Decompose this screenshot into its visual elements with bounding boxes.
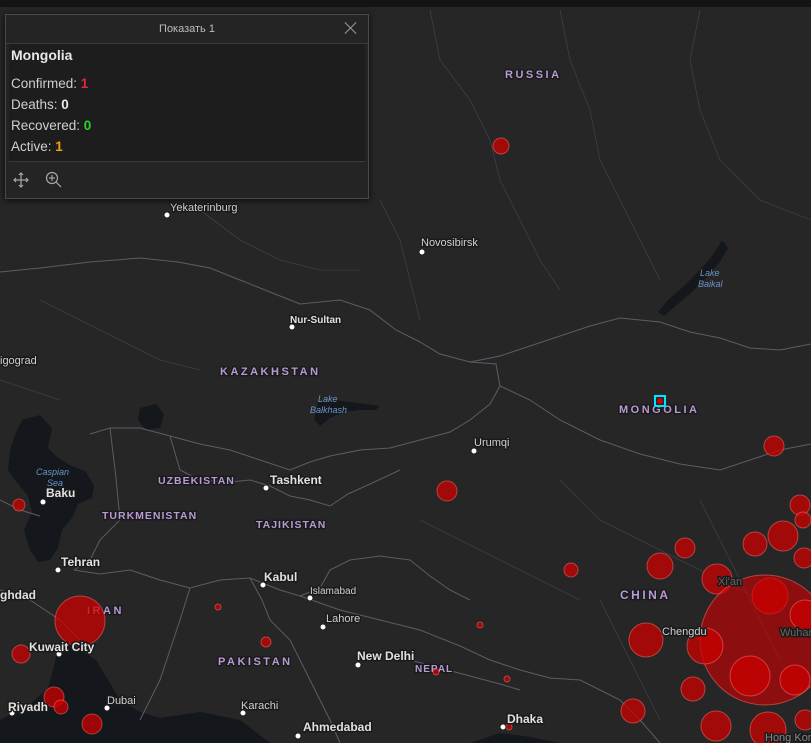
deaths-row: Deaths: 0 bbox=[11, 94, 363, 115]
city-label: Dhaka bbox=[507, 712, 543, 726]
recovered-row: Recovered: 0 bbox=[11, 115, 363, 136]
recovered-value: 0 bbox=[83, 118, 92, 133]
case-bubble[interactable] bbox=[12, 498, 26, 512]
info-popup: Показать 1 Mongolia Confirmed: 1 Deaths:… bbox=[5, 14, 369, 199]
case-bubble[interactable] bbox=[476, 621, 484, 629]
case-bubble[interactable] bbox=[742, 531, 768, 557]
case-bubble[interactable] bbox=[794, 511, 811, 529]
country-label-pakistan: PAKISTAN bbox=[218, 656, 293, 668]
city-label: Tehran bbox=[61, 555, 100, 569]
city-label: Riyadh bbox=[8, 700, 48, 714]
city-label: Baku bbox=[46, 486, 75, 500]
case-bubble[interactable] bbox=[214, 603, 222, 611]
confirmed-value: 1 bbox=[80, 76, 89, 91]
lake-label-balkhash-2: Balkhash bbox=[310, 405, 347, 415]
country-label-turkmenistan: TURKMENISTAN bbox=[102, 510, 197, 522]
zoom-in-icon[interactable] bbox=[44, 170, 64, 190]
pan-icon[interactable] bbox=[11, 170, 31, 190]
case-bubble[interactable] bbox=[763, 435, 785, 457]
case-bubble[interactable] bbox=[628, 622, 664, 658]
popup-title: Mongolia bbox=[11, 47, 73, 63]
case-bubble[interactable] bbox=[646, 552, 674, 580]
lake-label-balkhash-1: Lake bbox=[318, 394, 338, 404]
case-bubble[interactable] bbox=[779, 664, 811, 696]
popup-body: Mongolia Confirmed: 1 Deaths: 0 Recovere… bbox=[9, 44, 365, 162]
city-label: Tashkent bbox=[270, 473, 322, 487]
case-bubble[interactable] bbox=[680, 676, 706, 702]
country-label-china: CHINA bbox=[620, 588, 671, 602]
case-bubble[interactable] bbox=[789, 494, 811, 516]
city-label: Kuwait City bbox=[29, 640, 95, 654]
case-bubble[interactable] bbox=[492, 137, 510, 155]
active-value: 1 bbox=[55, 139, 63, 154]
city-label: igograd bbox=[0, 355, 37, 367]
city-label: Wuhan bbox=[780, 627, 811, 639]
city-label: Xi'an bbox=[718, 576, 742, 588]
case-bubble[interactable] bbox=[729, 655, 771, 697]
active-row: Active: 1 bbox=[11, 136, 363, 157]
case-bubble[interactable] bbox=[432, 668, 440, 676]
city-label: ghdad bbox=[0, 588, 36, 602]
case-bubble[interactable] bbox=[794, 709, 811, 731]
case-bubble[interactable] bbox=[674, 537, 696, 559]
active-label: Active: bbox=[11, 139, 56, 154]
case-bubble[interactable] bbox=[53, 699, 69, 715]
case-bubble[interactable] bbox=[700, 710, 732, 742]
case-bubble[interactable] bbox=[436, 480, 458, 502]
city-label: Karachi bbox=[241, 700, 278, 712]
case-bubble[interactable] bbox=[620, 698, 646, 724]
case-bubble[interactable] bbox=[767, 520, 799, 552]
popup-header-title: Показать 1 bbox=[159, 23, 215, 35]
country-label-kazakhstan: KAZAKHSTAN bbox=[220, 366, 321, 378]
case-bubble[interactable] bbox=[503, 675, 511, 683]
case-bubble[interactable] bbox=[793, 547, 811, 569]
lake-label-caspian-1: Caspian bbox=[36, 467, 69, 477]
case-bubble[interactable] bbox=[81, 713, 103, 735]
city-label: Hong Kong bbox=[765, 732, 811, 743]
city-label: Yekaterinburg bbox=[170, 202, 237, 214]
confirmed-row: Confirmed: 1 bbox=[11, 73, 363, 94]
recovered-label: Recovered: bbox=[11, 118, 84, 133]
city-label: Dubai bbox=[107, 695, 136, 707]
case-bubble[interactable] bbox=[54, 595, 106, 647]
deaths-label: Deaths: bbox=[11, 97, 62, 112]
city-label: Lahore bbox=[326, 613, 360, 625]
city-label: New Delhi bbox=[357, 649, 414, 663]
lake-label-baikal-1: Lake bbox=[700, 268, 720, 278]
country-label-tajikistan: TAJIKISTAN bbox=[256, 519, 326, 531]
city-label: Islamabad bbox=[310, 586, 356, 597]
case-bubble[interactable] bbox=[260, 636, 272, 648]
case-bubble[interactable] bbox=[563, 562, 579, 578]
popup-header: Показать 1 bbox=[6, 15, 368, 44]
confirmed-label: Confirmed: bbox=[11, 76, 81, 91]
city-label: Chengdu bbox=[662, 626, 707, 638]
close-icon[interactable] bbox=[342, 19, 360, 37]
city-label: Nur-Sultan bbox=[290, 315, 341, 326]
deaths-value: 0 bbox=[61, 97, 69, 112]
popup-footer bbox=[6, 162, 368, 198]
city-label: Ahmedabad bbox=[303, 720, 372, 734]
country-label-uzbekistan: UZBEKISTAN bbox=[158, 475, 235, 487]
country-label-russia: RUSSIA bbox=[505, 69, 562, 81]
city-label: Urumqi bbox=[474, 437, 509, 449]
case-bubble[interactable] bbox=[11, 644, 31, 664]
lake-label-baikal-2: Baikal bbox=[698, 279, 724, 289]
city-label: Novosibirsk bbox=[421, 237, 478, 249]
city-label: Kabul bbox=[264, 570, 297, 584]
